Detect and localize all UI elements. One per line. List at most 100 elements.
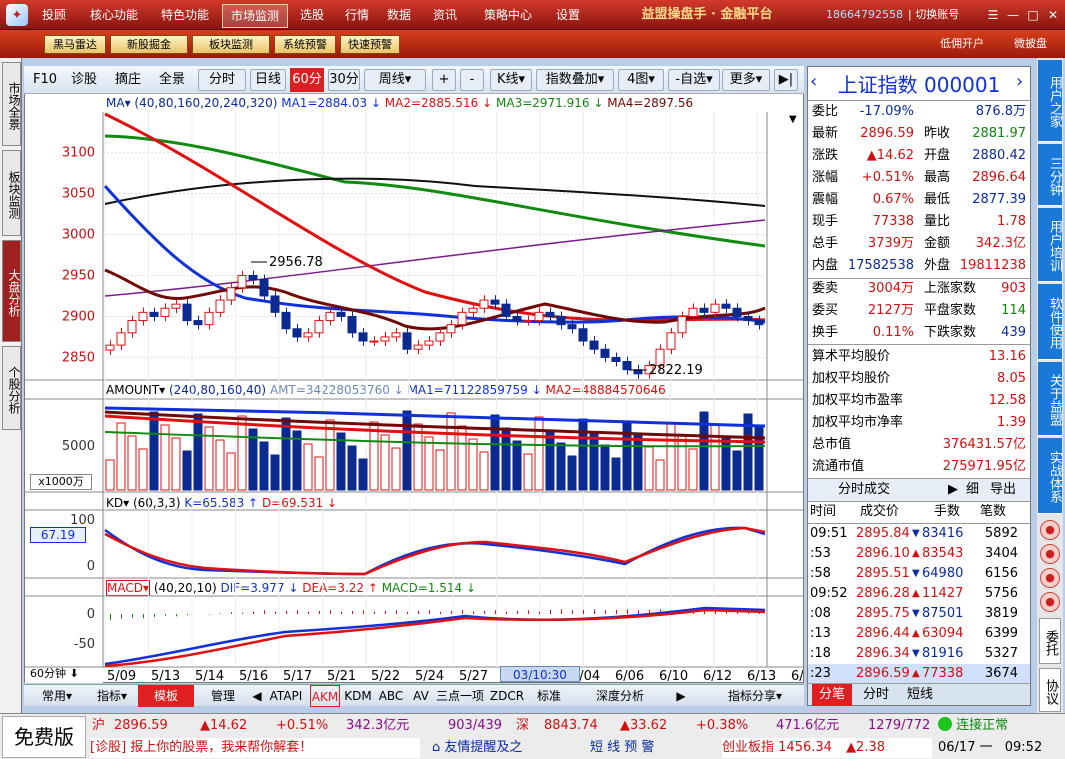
bottom-tab-7[interactable]: KDM	[342, 685, 374, 707]
chart-tool-2[interactable]: 摘庄	[108, 68, 148, 92]
bottom-tab-13[interactable]: 深度分析	[570, 685, 670, 707]
candle-body[interactable]	[171, 303, 181, 309]
bottom-tab-11[interactable]: ZDCR	[486, 685, 528, 707]
candle-body[interactable]	[281, 311, 291, 330]
right-tab-5[interactable]: 实战体系	[1038, 438, 1062, 514]
candle-body[interactable]	[270, 295, 280, 313]
chart-tool-6[interactable]: 60分	[290, 68, 324, 92]
candle-body[interactable]	[325, 311, 335, 322]
candle-body[interactable]	[193, 320, 203, 326]
left-tab-1[interactable]: 板块监测	[2, 150, 21, 236]
chart-tool-16[interactable]: ▶|	[774, 69, 798, 91]
bottom-tab-9[interactable]: AV	[408, 685, 434, 707]
candle-body[interactable]	[468, 307, 478, 313]
chart-tool-0[interactable]: F10	[28, 68, 62, 92]
menu-item-4[interactable]: 选股	[290, 0, 334, 30]
toolbar-button-0[interactable]: 黑马雷达	[44, 35, 106, 54]
candle-body[interactable]	[314, 320, 324, 334]
bottom-tab-0[interactable]: 常用▾	[30, 685, 84, 707]
chart-tool-3[interactable]: 全景	[152, 68, 192, 92]
chart-tool-7[interactable]: 30分	[328, 69, 360, 91]
candle-body[interactable]	[611, 356, 621, 363]
chart-tool-14[interactable]: -自选▾	[668, 69, 720, 91]
menu-item-9[interactable]: 设置	[546, 0, 590, 30]
close-icon[interactable]: ✕	[1044, 6, 1062, 24]
order-button[interactable]: 委托	[1039, 618, 1061, 664]
candle-body[interactable]	[292, 328, 302, 338]
candle-body[interactable]	[391, 332, 401, 338]
candle-body[interactable]	[523, 320, 533, 323]
candle-body[interactable]	[204, 311, 214, 326]
candle-body[interactable]	[743, 315, 753, 322]
candle-body[interactable]	[457, 311, 467, 326]
chart-tool-5[interactable]: 日线	[250, 69, 286, 91]
candle-body[interactable]	[424, 340, 434, 346]
ma-indicator-name[interactable]: MA▾	[106, 96, 131, 110]
candle-body[interactable]	[446, 324, 456, 334]
candle-body[interactable]	[358, 332, 368, 342]
bottom-tab-10[interactable]: 三点一项	[436, 685, 484, 707]
menu-icon[interactable]: ☰	[984, 6, 1002, 24]
candle-body[interactable]	[215, 299, 225, 313]
candle-body[interactable]	[732, 307, 742, 317]
candle-body[interactable]	[501, 303, 511, 317]
bottom-tab-4[interactable]: ◀	[250, 685, 264, 707]
right-tab-3[interactable]: 软件使用	[1038, 284, 1062, 360]
panel-scroll-icon[interactable]: ▼	[789, 114, 797, 125]
detail-button[interactable]: 细	[966, 479, 979, 501]
candle-body[interactable]	[127, 320, 137, 334]
candle-body[interactable]	[182, 303, 192, 322]
candle-body[interactable]	[413, 344, 423, 350]
menu-item-3[interactable]: 市场监测	[222, 4, 288, 28]
toolbar-button-4[interactable]: 快速预警	[340, 35, 400, 54]
right-tab-4[interactable]: 关于益盟	[1038, 362, 1062, 436]
bottom-tab-1[interactable]: 指标▾	[88, 685, 136, 707]
candle-body[interactable]	[699, 307, 709, 313]
switch-account-link[interactable]: | 切换账号	[908, 0, 959, 30]
chart-tool-12[interactable]: 指数叠加▾	[536, 69, 614, 91]
candle-body[interactable]	[677, 315, 687, 334]
bottom-tab-15[interactable]: 指标分享▾	[714, 685, 796, 707]
chart-tool-8[interactable]: 周线▾	[364, 69, 426, 91]
price-chart-svg[interactable]: 3100 3050 3000 2950 2900 2850 2956.78 2822.19 50…	[25, 112, 803, 683]
candle-body[interactable]	[116, 332, 126, 346]
candle-body[interactable]	[567, 324, 577, 330]
candle-body[interactable]	[754, 320, 764, 326]
toolbar-button-2[interactable]: 板块监测	[192, 35, 270, 54]
bottom-tab-8[interactable]: ABC	[376, 685, 406, 707]
quote-tab-1[interactable]: 分时	[856, 684, 896, 706]
menu-item-5[interactable]: 行情	[336, 0, 378, 30]
prev-stock-icon[interactable]: ‹	[810, 71, 826, 92]
next-stock-icon[interactable]: ›	[1016, 71, 1030, 92]
period-selector[interactable]: 60分钟 ⬇	[30, 666, 96, 682]
protocol-button[interactable]: 协议	[1039, 668, 1061, 712]
minimize-icon[interactable]: —	[1004, 6, 1022, 24]
menu-item-2[interactable]: 特色功能	[150, 0, 220, 30]
short-alert-link[interactable]: 短 线 预 警	[590, 738, 710, 758]
right-tab-2[interactable]: 用户培训	[1038, 208, 1062, 282]
candle-body[interactable]	[248, 274, 258, 281]
candle-body[interactable]	[688, 307, 698, 317]
micro-disk-link[interactable]: 微披盘	[1014, 34, 1047, 54]
candle-body[interactable]	[512, 315, 522, 322]
left-tab-2[interactable]: 大盘分析	[2, 240, 21, 342]
candle-body[interactable]	[105, 344, 115, 351]
maximize-icon[interactable]: □	[1024, 6, 1042, 24]
candle-body[interactable]	[534, 311, 544, 322]
candle-body[interactable]	[666, 332, 676, 350]
quote-tab-0[interactable]: 分笔	[812, 684, 852, 706]
candle-body[interactable]	[721, 303, 731, 309]
menu-item-6[interactable]: 数据	[380, 0, 418, 30]
chart-tool-1[interactable]: 诊股	[64, 68, 104, 92]
user-icon[interactable]: ●	[1040, 520, 1060, 540]
candle-body[interactable]	[589, 340, 599, 350]
bottom-tab-5[interactable]: ATAPI	[264, 685, 308, 707]
bottom-tab-14[interactable]: ▶	[674, 685, 688, 707]
person-icon[interactable]: ●	[1040, 568, 1060, 588]
menu-item-7[interactable]: 资讯	[420, 0, 470, 30]
news-line-2[interactable]: ⌂ 友情提醒及之	[432, 738, 562, 758]
chart-tool-4[interactable]: 分时	[198, 69, 246, 91]
candle-body[interactable]	[600, 348, 610, 358]
candle-body[interactable]	[578, 328, 588, 342]
candle-body[interactable]	[303, 332, 313, 338]
